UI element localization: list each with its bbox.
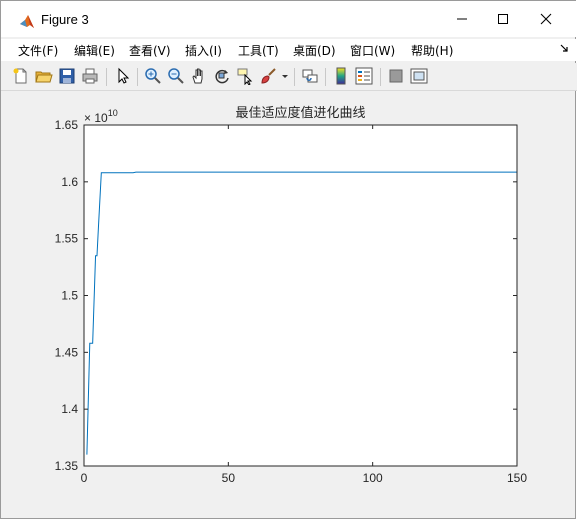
y-tick-label: 1.55	[55, 232, 79, 246]
toolbar-separator	[325, 68, 326, 86]
maximize-button[interactable]	[480, 1, 526, 37]
toolbar-separator	[106, 68, 107, 86]
hide-plot-tools-icon[interactable]	[387, 67, 405, 85]
link-plot-icon[interactable]	[301, 67, 319, 85]
zoom-in-icon[interactable]	[144, 67, 162, 85]
minimize-button[interactable]	[439, 1, 485, 37]
menu-help[interactable]: 帮助(H)	[411, 42, 453, 59]
y-tick-label: 1.4	[61, 402, 78, 416]
rotate-3d-icon[interactable]	[213, 67, 231, 85]
figure-toolbar	[1, 63, 577, 91]
brush-icon[interactable]	[259, 67, 277, 85]
pan-hand-icon[interactable]	[190, 67, 208, 85]
x-tick-label: 100	[363, 471, 383, 485]
y-tick-label: 1.35	[55, 459, 79, 473]
chevron-down-icon[interactable]	[280, 67, 290, 85]
exponent-base: × 10	[84, 111, 108, 125]
axes-background	[84, 125, 517, 466]
toolbar-separator	[137, 68, 138, 86]
matlab-logo-icon	[20, 15, 34, 28]
menu-bar: 文件(F) 编辑(E) 查看(V) 插入(I) 工具(T) 桌面(D) 窗口(W…	[1, 39, 577, 61]
x-tick-label: 0	[81, 471, 88, 485]
menu-window[interactable]: 窗口(W)	[350, 42, 395, 59]
new-figure-icon[interactable]	[12, 67, 30, 85]
toolbar-separator	[294, 68, 295, 86]
y-tick-label: 1.45	[55, 345, 79, 359]
y-tick-label: 1.5	[61, 289, 78, 303]
maximize-icon	[498, 14, 508, 24]
menu-view[interactable]: 查看(V)	[129, 42, 171, 59]
x-tick-label: 50	[222, 471, 236, 485]
close-icon	[540, 13, 552, 25]
plot-svg: 0 50 100 150 1.35 1.4 1.45 1.5 1.55 1.6 1.65 最佳适应度…	[55, 105, 528, 485]
print-icon[interactable]	[81, 67, 99, 85]
y-tick-label: 1.6	[61, 175, 78, 189]
open-file-icon[interactable]	[35, 67, 53, 85]
legend-icon[interactable]	[355, 67, 373, 85]
figure-window: Figure 3 文件(F) 编辑(E) 查看(V) 插入(I) 工具(T) 桌…	[0, 0, 577, 519]
axis-exponent-label: × 1010	[84, 108, 118, 125]
menu-desktop[interactable]: 桌面(D)	[293, 42, 336, 59]
minimize-icon	[457, 18, 467, 20]
save-icon[interactable]	[58, 67, 76, 85]
x-tick-label: 150	[507, 471, 527, 485]
close-button[interactable]	[523, 1, 569, 37]
data-cursor-icon[interactable]	[236, 67, 254, 85]
toolbar-separator	[380, 68, 381, 86]
menu-tools[interactable]: 工具(T)	[238, 42, 279, 59]
window-title: Figure 3	[41, 12, 89, 27]
zoom-out-icon[interactable]	[167, 67, 185, 85]
show-plot-tools-icon[interactable]	[410, 67, 428, 85]
chart-title: 最佳适应度值进化曲线	[235, 105, 365, 121]
title-bar[interactable]: Figure 3	[1, 1, 577, 37]
exponent-power: 10	[108, 108, 118, 118]
dock-arrow-icon[interactable]	[559, 42, 569, 54]
menu-file[interactable]: 文件(F)	[18, 42, 58, 59]
y-tick-label: 1.65	[55, 118, 79, 132]
edit-plot-arrow-icon[interactable]	[114, 67, 132, 85]
menu-insert[interactable]: 插入(I)	[185, 42, 222, 59]
figure-canvas[interactable]: 0 50 100 150 1.35 1.4 1.45 1.5 1.55 1.6 1.65 最佳适应度…	[10, 96, 570, 514]
colorbar-icon[interactable]	[332, 67, 350, 85]
menu-edit[interactable]: 编辑(E)	[74, 42, 115, 59]
